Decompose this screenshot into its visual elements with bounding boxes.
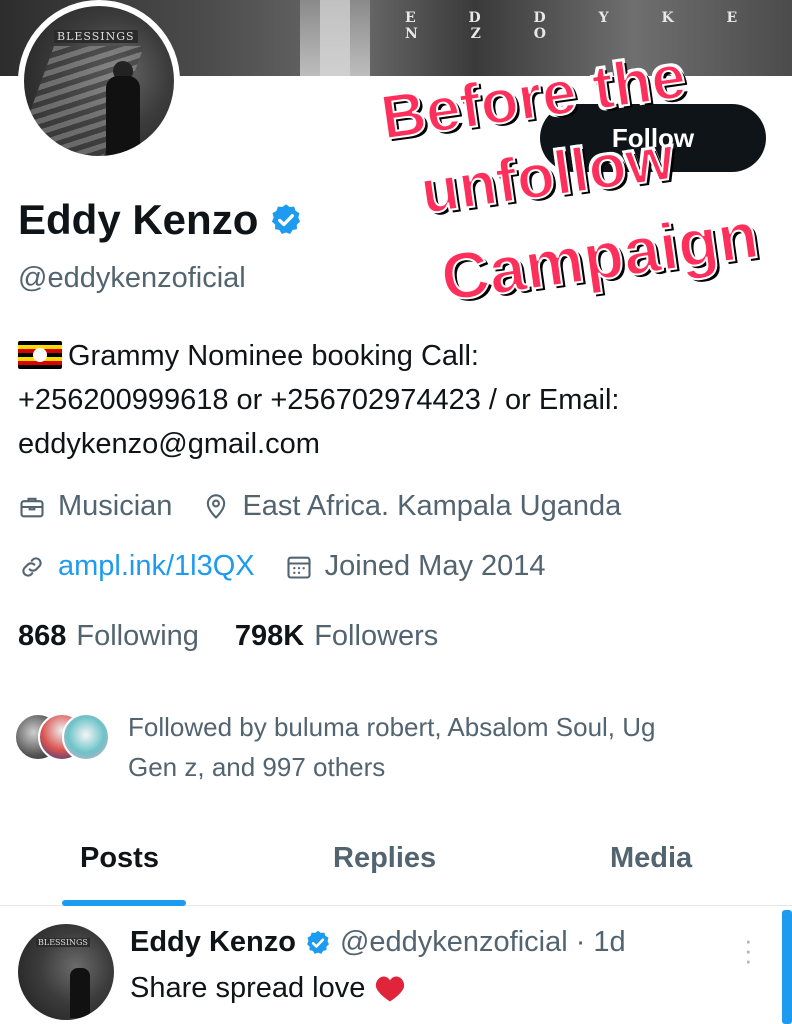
- tab-posts[interactable]: Posts: [80, 842, 159, 875]
- profile-name: Eddy Kenzo: [18, 196, 259, 243]
- location-pin-icon: [207, 493, 226, 519]
- followed-by-avatars[interactable]: [14, 707, 114, 767]
- banner-light: [320, 0, 350, 76]
- post-separator: ·: [575, 926, 586, 958]
- verified-badge-icon[interactable]: [268, 202, 304, 238]
- avatar-logo-text: BLESSINGS: [54, 30, 138, 43]
- followed-by-line1: Followed by buluma robert, Absalom Soul,…: [128, 712, 656, 742]
- active-tab-indicator: [62, 900, 186, 906]
- link-icon: [22, 556, 42, 577]
- heart-icon: [376, 976, 405, 1001]
- briefcase-icon: [20, 497, 44, 517]
- followed-by-text[interactable]: Followed by buluma robert, Absalom Soul,…: [128, 707, 768, 787]
- post-author-handle[interactable]: @eddykenzoficial: [340, 926, 568, 959]
- profile-tabs: Posts Replies Media: [0, 830, 792, 906]
- profile-name-row: Eddy Kenzo: [18, 196, 304, 244]
- post-author-name[interactable]: Eddy Kenzo: [130, 926, 296, 959]
- banner-title: E D D Y K E N Z O: [405, 10, 762, 42]
- following-link[interactable]: 868 Following: [18, 620, 199, 653]
- tab-replies[interactable]: Replies: [333, 842, 436, 875]
- scrollbar[interactable]: [782, 910, 792, 1024]
- profile-meta-row1: Musician East Africa. Kampala Uganda: [18, 490, 621, 523]
- more-options-icon[interactable]: · · ·: [744, 927, 753, 973]
- following-count: 868: [18, 620, 67, 652]
- profile-profession: Musician: [58, 490, 173, 522]
- followers-count: 798K: [234, 620, 305, 652]
- post-avatar-logo-text: BLESSINGS: [36, 938, 90, 947]
- post-text: Share spread love: [130, 972, 366, 1004]
- bio-line3: eddykenzo@gmail.com: [18, 428, 320, 460]
- avatar-person: [106, 76, 140, 156]
- post-time[interactable]: 1d: [593, 926, 625, 959]
- profile-location: East Africa. Kampala Uganda: [242, 490, 622, 522]
- followed-by-line2: Gen z, and 997 others: [128, 752, 386, 782]
- post-avatar[interactable]: BLESSINGS: [18, 924, 114, 1020]
- profile-counts: 868 Following 798K Followers: [18, 620, 438, 653]
- profile-meta-row2: ampl.ink/1l3QX Joined May 2014: [18, 550, 546, 583]
- profile-website-link[interactable]: ampl.ink/1l3QX: [58, 550, 255, 583]
- post-body[interactable]: Share spread love: [130, 972, 405, 1005]
- verified-badge-icon: [307, 930, 329, 954]
- calendar-icon: [287, 556, 311, 579]
- bio-line2: +256200999618 or +256702974423 / or Emai…: [18, 384, 620, 416]
- bio-line1: Grammy Nominee booking Call:: [68, 340, 479, 372]
- profile-joined-date: Joined May 2014: [324, 550, 546, 582]
- profile-bio: Grammy Nominee booking Call: +2562009996…: [18, 334, 778, 466]
- post-avatar-person: [70, 968, 90, 1018]
- post-header: Eddy Kenzo @eddykenzoficial · 1d: [130, 926, 626, 959]
- followers-link[interactable]: 798K Followers: [235, 620, 438, 653]
- uganda-flag-icon: [18, 341, 62, 369]
- profile-avatar[interactable]: BLESSINGS: [18, 0, 180, 162]
- tab-media[interactable]: Media: [610, 842, 692, 875]
- profile-handle: @eddykenzoficial: [18, 262, 246, 294]
- follower-avatar: [62, 713, 110, 761]
- followers-label: Followers: [314, 620, 439, 652]
- following-label: Following: [76, 620, 199, 652]
